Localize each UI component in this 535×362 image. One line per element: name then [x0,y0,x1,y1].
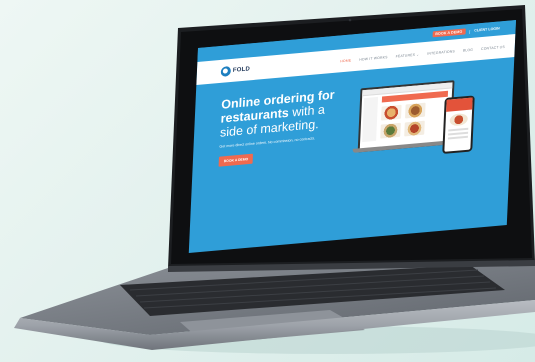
photo-scene: BOOK A DEMO | CLIENT LOGIN FOLD HOME HOW… [0,0,535,362]
nav-link-integrations[interactable]: INTEGRATIONS [427,49,455,55]
book-demo-hero-button[interactable]: BOOK A DEMO [218,153,254,167]
logo-mark-icon [220,65,232,77]
nav-link-features[interactable]: FEATURES ⌄ [396,52,420,58]
nav-link-blog[interactable]: BLOG [463,47,473,52]
food-image [404,102,426,119]
nav-link-contact[interactable]: CONTACT US [481,44,505,50]
food-image [404,120,425,137]
nav-links: HOME HOW IT WORKS FEATURES ⌄ INTEGRATION… [340,44,505,62]
phone-mockup [442,95,475,154]
nav-link-how-it-works[interactable]: HOW IT WORKS [359,55,388,61]
food-image [380,122,401,139]
nav-link-home[interactable]: HOME [340,58,351,63]
client-login-link[interactable]: CLIENT LOGIN [474,26,500,32]
site-logo[interactable]: FOLD [220,64,251,77]
logo-text: FOLD [232,65,251,74]
hero-section: Online ordering for restaurants with a s… [218,85,372,168]
book-demo-top-button[interactable]: BOOK A DEMO [432,28,466,38]
topbar-separator: | [469,28,471,34]
food-image [380,104,402,121]
website-screenshot: BOOK A DEMO | CLIENT LOGIN FOLD HOME HOW… [188,20,516,253]
